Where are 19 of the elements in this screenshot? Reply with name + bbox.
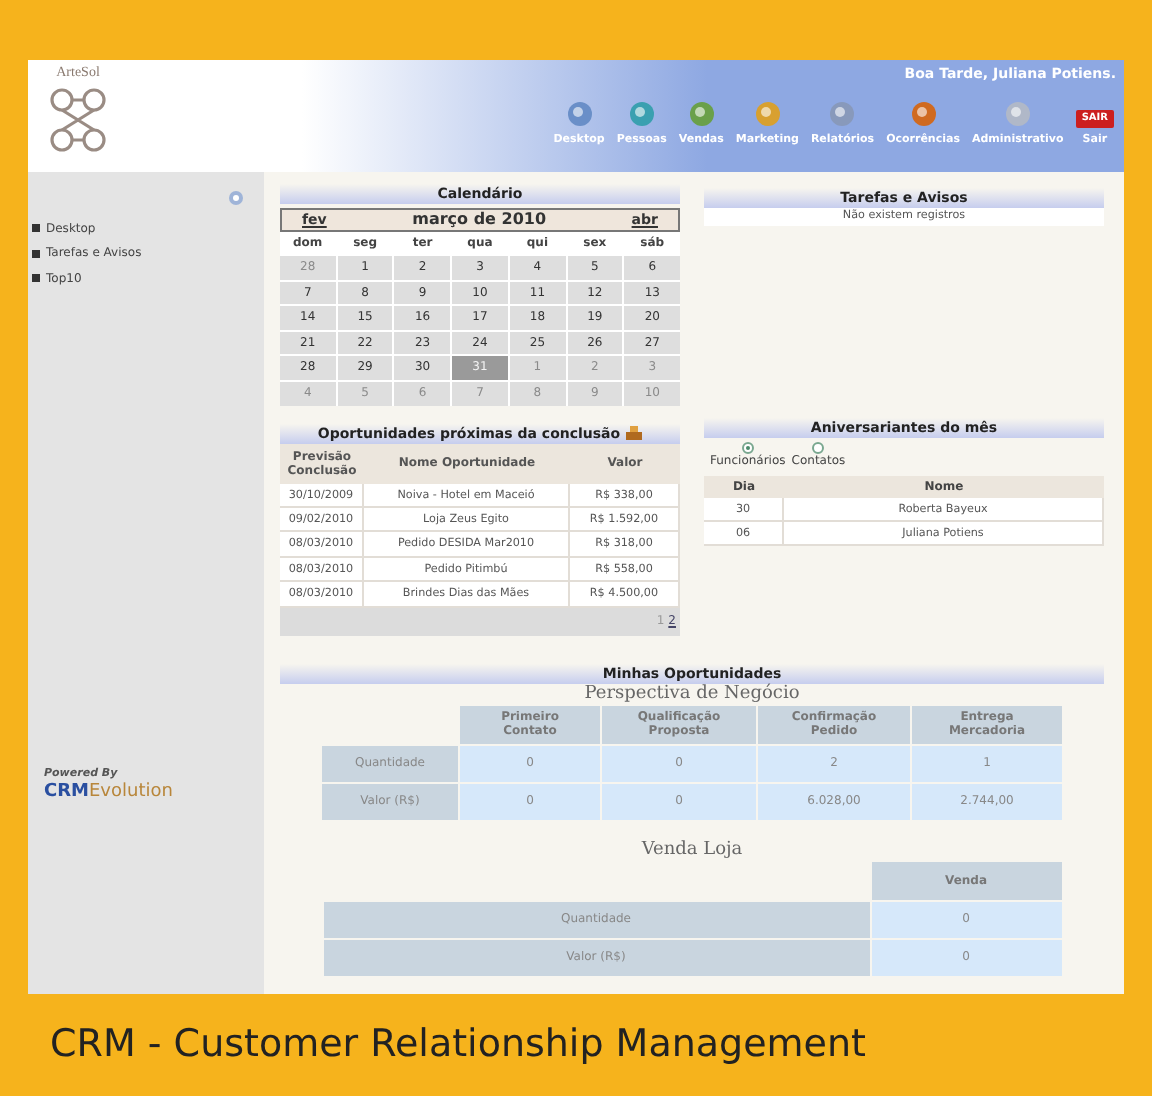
radio-button[interactable] [812,442,825,454]
nav-icon [828,100,857,128]
nav-icon [687,100,716,128]
nav-icon [753,100,782,128]
cart-icon [626,426,643,441]
nav-icon [565,100,594,128]
bullet-icon [32,249,40,258]
bullet-icon [32,224,40,233]
radio-button[interactable] [741,442,754,454]
caption-text: CRM - Customer Relationship Management [48,1020,868,1071]
brand-text: CRM [44,781,89,802]
nav-icon [909,100,938,128]
nav-icon [1003,100,1032,128]
nav-icon [627,100,656,128]
table-title: Perspectiva de Negócio [584,683,800,706]
bullet-icon [32,274,40,283]
brand-subtext: Evolution [89,781,173,802]
month-label: março de 2010 [412,208,547,232]
table-title: Venda Loja [641,839,743,862]
